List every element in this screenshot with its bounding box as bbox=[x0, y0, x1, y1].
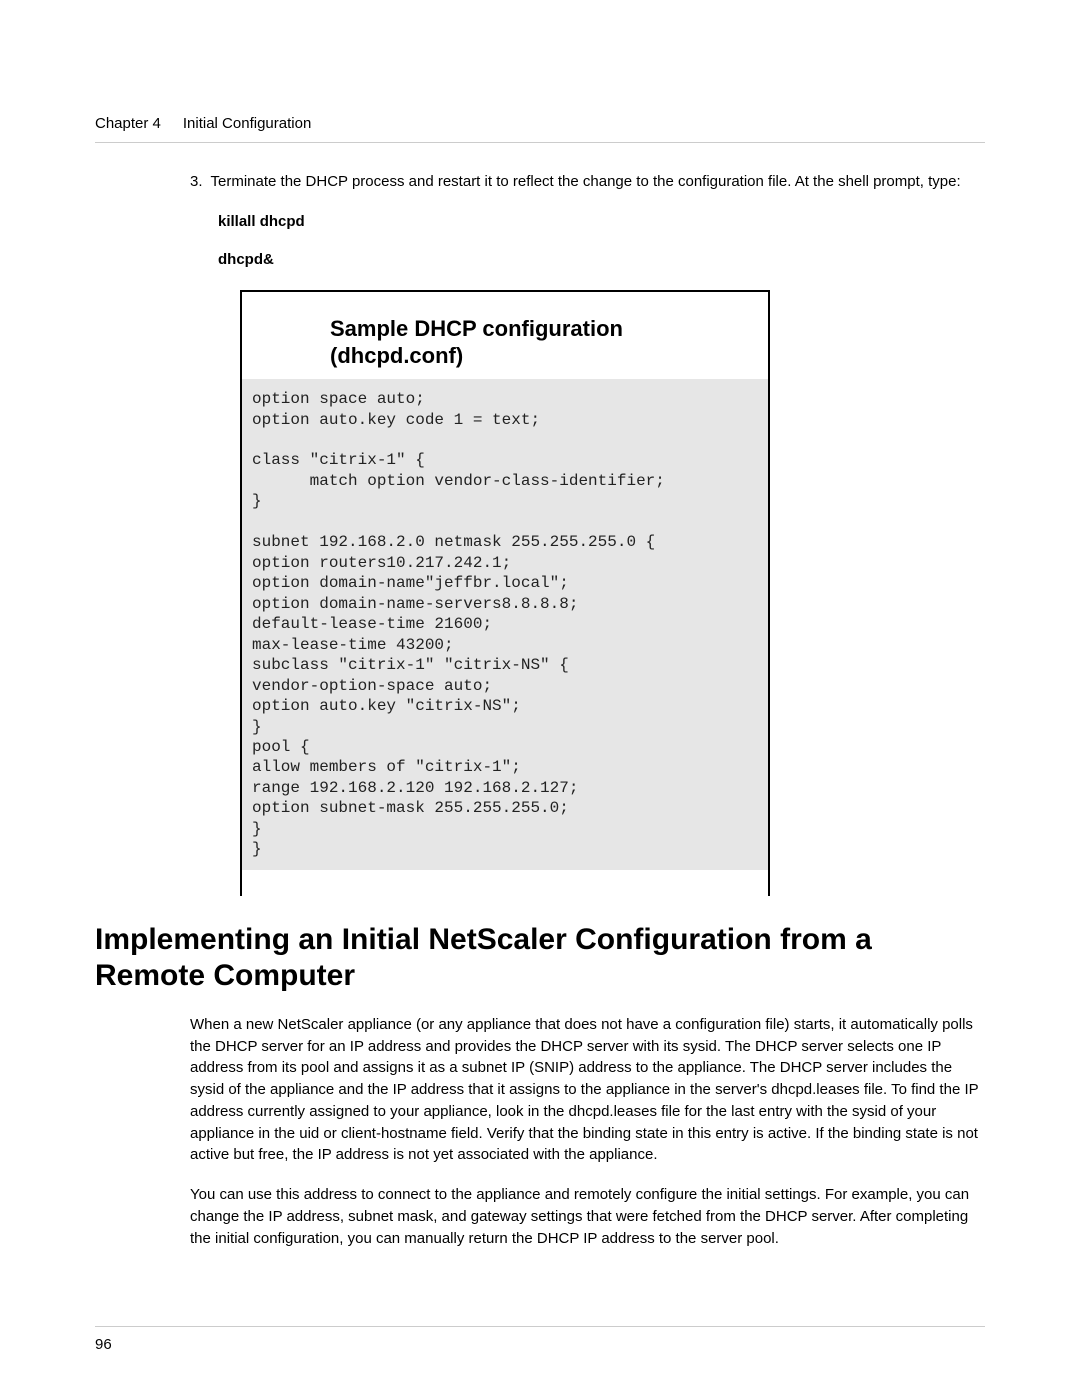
sample-title: Sample DHCP configuration (dhcpd.conf) bbox=[330, 316, 728, 369]
page-header: Chapter 4 Initial Configuration bbox=[95, 115, 985, 132]
page-number: 96 bbox=[95, 1336, 112, 1353]
chapter-label: Chapter 4 bbox=[95, 115, 161, 132]
chapter-title: Initial Configuration bbox=[183, 115, 311, 132]
step-item: 3. Terminate the DHCP process and restar… bbox=[190, 171, 985, 193]
command-block: killall dhcpd dhcpd& bbox=[218, 211, 985, 271]
section-heading: Implementing an Initial NetScaler Config… bbox=[95, 922, 985, 994]
command-line: dhcpd& bbox=[218, 249, 985, 271]
code-block: option space auto; option auto.key code … bbox=[242, 379, 768, 870]
paragraph: You can use this address to connect to t… bbox=[190, 1184, 985, 1249]
step-text: Terminate the DHCP process and restart i… bbox=[211, 171, 985, 193]
footer-divider bbox=[95, 1326, 985, 1327]
paragraph: When a new NetScaler appliance (or any a… bbox=[190, 1014, 985, 1166]
step-number: 3. bbox=[190, 171, 203, 193]
command-line: killall dhcpd bbox=[218, 211, 985, 233]
header-divider bbox=[95, 142, 985, 143]
sample-config-box: Sample DHCP configuration (dhcpd.conf) o… bbox=[240, 290, 770, 896]
